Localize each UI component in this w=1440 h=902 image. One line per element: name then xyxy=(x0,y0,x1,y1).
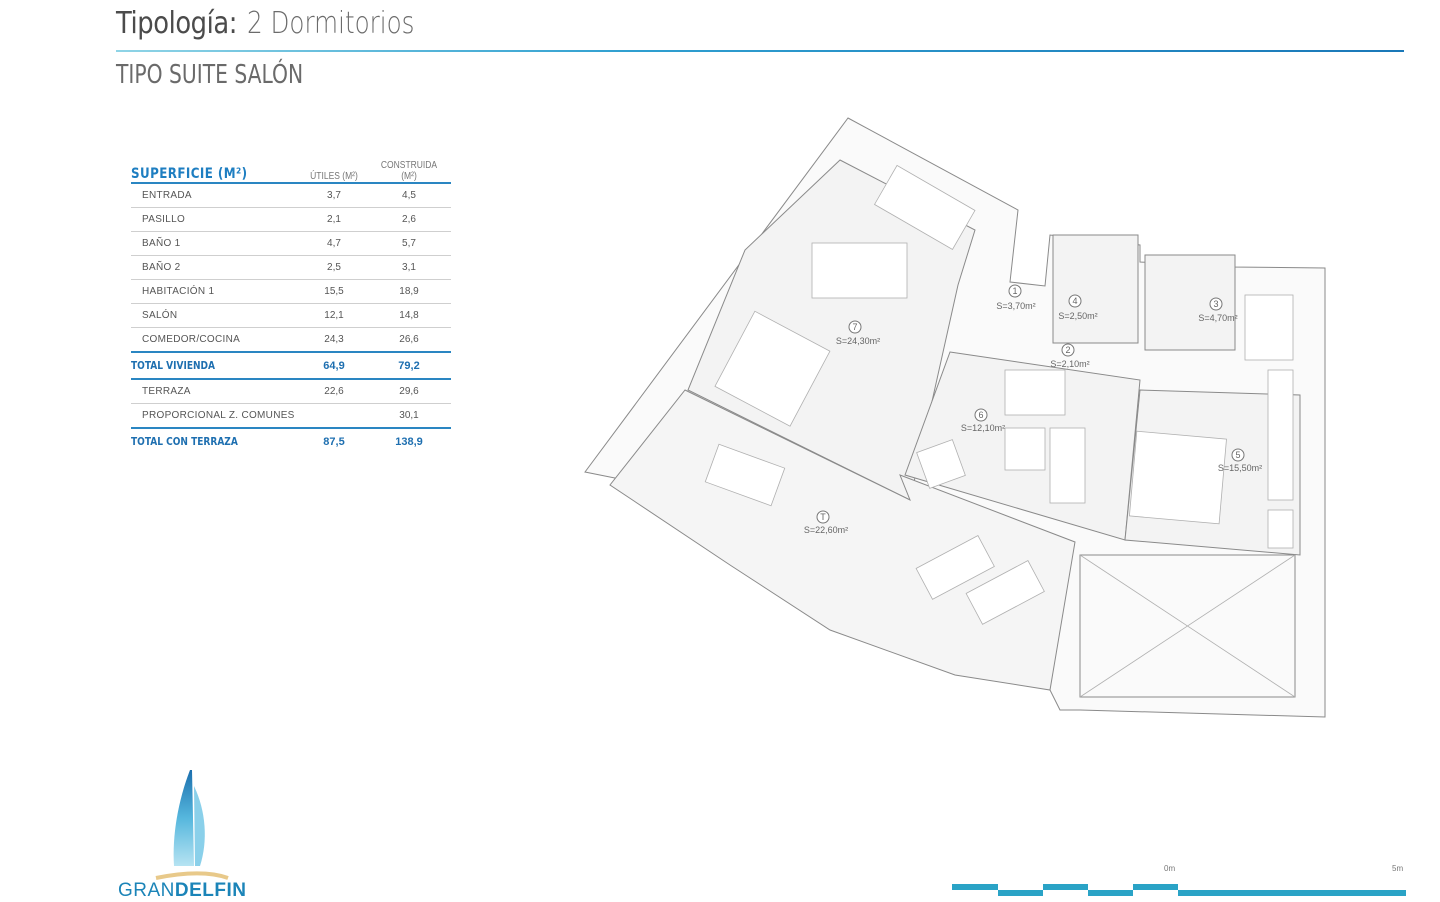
row-construida: 138,9 xyxy=(395,435,423,448)
table-row: HABITACIÓN 1 15,5 18,9 xyxy=(131,280,451,304)
logo-word-gran: GRAN xyxy=(118,880,175,901)
row-utiles: 12,1 xyxy=(324,310,344,321)
row-construida: 3,1 xyxy=(402,262,416,273)
row-utiles: 2,1 xyxy=(327,214,341,225)
room-id-5: 5 xyxy=(1235,450,1240,460)
floor-plan: 1 S=3,70m² 2 S=2,10m² 3 S=4,70m² 4 S=2,5… xyxy=(584,117,1326,718)
table-row: PROPORCIONAL Z. COMUNES 30,1 xyxy=(131,404,451,429)
room-area-7: S=24,30m² xyxy=(836,336,880,346)
scale-start-label: 0m xyxy=(1164,864,1176,873)
room-id-6: 6 xyxy=(978,410,983,420)
room-area-1: S=3,70m² xyxy=(996,301,1035,311)
total-vivienda-row: TOTAL VIVIENDA 64,9 79,2 xyxy=(131,353,451,380)
title-label: Tipología: xyxy=(116,6,238,41)
row-utiles: 24,3 xyxy=(324,334,344,345)
scale-end-label: 5m xyxy=(1392,864,1404,873)
surface-heading: SUPERFICIE (M²) xyxy=(131,166,248,182)
room-area-5: S=15,50m² xyxy=(1218,463,1262,473)
col-utiles-header: ÚTILES (M²) xyxy=(310,171,358,182)
row-name: ENTRADA xyxy=(142,190,192,201)
logo-word-delfin: DELFIN xyxy=(174,880,247,901)
row-name: PROPORCIONAL Z. COMUNES xyxy=(142,410,295,421)
row-construida: 79,2 xyxy=(398,359,420,372)
room-area-t: S=22,60m² xyxy=(804,525,848,535)
row-name: SALÓN xyxy=(142,310,178,321)
room-id-7: 7 xyxy=(852,322,857,332)
row-utiles: 22,6 xyxy=(324,386,344,397)
surface-table: SUPERFICIE (M²) ÚTILES (M²) CONSTRUIDA (… xyxy=(131,158,451,454)
row-construida: 14,8 xyxy=(399,310,419,321)
table-row: SALÓN 12,1 14,8 xyxy=(131,304,451,328)
row-utiles: 64,9 xyxy=(323,359,345,372)
surface-table-header: SUPERFICIE (M²) ÚTILES (M²) CONSTRUIDA (… xyxy=(131,158,451,184)
row-utiles: 4,7 xyxy=(327,238,341,249)
row-construida: 30,1 xyxy=(399,410,419,421)
row-construida: 18,9 xyxy=(399,286,419,297)
logo-wordmark: GRANDELFIN xyxy=(118,880,247,902)
table-row: BAÑO 1 4,7 5,7 xyxy=(131,232,451,256)
row-name: TOTAL CON TERRAZA xyxy=(131,435,238,448)
row-name: BAÑO 2 xyxy=(142,262,181,273)
scale-graphic xyxy=(952,884,1406,896)
row-utiles: 15,5 xyxy=(324,286,344,297)
row-name: PASILLO xyxy=(142,214,186,225)
table-row: COMEDOR/COCINA 24,3 26,6 xyxy=(131,328,451,353)
row-utiles: 87,5 xyxy=(323,435,345,448)
table-row: TERRAZA 22,6 29,6 xyxy=(131,380,451,404)
row-name: COMEDOR/COCINA xyxy=(142,334,241,345)
title-row: Tipología: 2 Dormitorios xyxy=(116,6,451,50)
room-id-2: 2 xyxy=(1065,345,1070,355)
room-id-3: 3 xyxy=(1213,299,1218,309)
room-area-3: S=4,70m² xyxy=(1198,313,1237,323)
title-value: 2 Dormitorios xyxy=(246,6,415,41)
title-divider xyxy=(116,50,1404,52)
room-area-2: S=2,10m² xyxy=(1050,359,1089,369)
row-name: TOTAL VIVIENDA xyxy=(131,359,215,372)
row-construida: 5,7 xyxy=(402,238,416,249)
room-area-6: S=12,10m² xyxy=(961,423,1005,433)
scale-bar: 0m 5m xyxy=(952,864,1406,900)
table-row: BAÑO 2 2,5 3,1 xyxy=(131,256,451,280)
row-utiles: 3,7 xyxy=(327,190,341,201)
plan-room-bath2 xyxy=(1052,234,1139,344)
row-name: TERRAZA xyxy=(142,386,191,397)
row-construida: 26,6 xyxy=(399,334,419,345)
row-construida: 4,5 xyxy=(402,190,416,201)
row-construida: 29,6 xyxy=(399,386,419,397)
total-terraza-row: TOTAL CON TERRAZA 87,5 138,9 xyxy=(131,429,451,454)
room-id-1: 1 xyxy=(1012,286,1017,296)
page-subtitle: TIPO SUITE SALÓN xyxy=(116,60,304,90)
row-construida: 2,6 xyxy=(402,214,416,225)
col-construida-header: CONSTRUIDA (M²) xyxy=(380,160,438,182)
room-id-4: 4 xyxy=(1072,296,1077,306)
room-id-t: T xyxy=(820,512,826,522)
room-area-4: S=2,50m² xyxy=(1058,311,1097,321)
row-name: HABITACIÓN 1 xyxy=(142,286,215,297)
table-row: ENTRADA 3,7 4,5 xyxy=(131,184,451,208)
table-row: PASILLO 2,1 2,6 xyxy=(131,208,451,232)
row-name: BAÑO 1 xyxy=(142,238,181,249)
gran-delfin-logo xyxy=(155,770,229,880)
row-utiles: 2,5 xyxy=(327,262,341,273)
